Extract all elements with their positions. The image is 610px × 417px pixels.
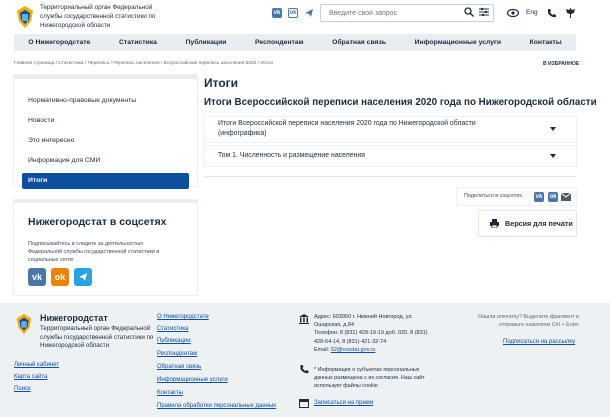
divider	[204, 176, 576, 177]
subscribe-link[interactable]: Подписаться на рассылку	[503, 339, 575, 345]
rosstat-emblem-icon	[16, 314, 32, 334]
footer-link-publications[interactable]: Публикации	[157, 338, 191, 344]
footer-link-respondents[interactable]: Респондентам	[157, 351, 197, 357]
footer-link-sitemap[interactable]: Карта сайта	[14, 374, 47, 380]
page-title: Итоги	[204, 76, 239, 90]
footer-brand: Нижегородстат	[40, 313, 108, 323]
ok-icon[interactable]: ok	[288, 8, 298, 18]
share-bar: Поделиться в соцсетях vk ok	[457, 188, 576, 205]
nav-item-respondents[interactable]: Респондентам	[255, 39, 304, 46]
sidebar-item-interesting[interactable]: Это интересно	[28, 137, 74, 144]
nav-item-about[interactable]: О Нижегородстате	[28, 39, 90, 46]
accordion-item-infographics[interactable]: Итоги Всероссийской переписи населения 2…	[204, 117, 576, 142]
language-switch[interactable]: Eng	[526, 9, 538, 16]
print-version-button[interactable]: Версия для печати	[479, 211, 576, 236]
vk-icon[interactable]: vk	[534, 192, 544, 202]
footer-contacts: Адрес: 603950 г. Нижний Новгород, ул. Ош…	[314, 313, 434, 354]
breadcrumb[interactable]: Главная страница / Статистика / Перепись…	[14, 61, 273, 66]
footer-privacy-note: * Информация о субъектах персональных да…	[314, 367, 425, 389]
nav-item-publications[interactable]: Публикации	[186, 39, 227, 46]
phone-icon[interactable]	[547, 8, 556, 18]
footer-link-account[interactable]: Личный кабинет	[14, 362, 59, 368]
chevron-down-icon	[550, 154, 556, 158]
eagle-emblem-icon[interactable]	[565, 7, 576, 19]
main-nav: О Нижегородстате Статистика Публикации Р…	[14, 34, 576, 51]
accessibility-eye-icon[interactable]	[507, 8, 519, 18]
footer-email-link[interactable]: 52@rosstat.gov.ru	[331, 347, 376, 353]
share-label: Поделиться в соцсетях	[464, 193, 523, 199]
social-box: Нижегородстат в соцсетях Подписывайтесь …	[14, 200, 197, 295]
footer-link-about[interactable]: О Нижегородстате	[157, 314, 209, 320]
footer-org: Территориальный орган Федеральной службы…	[40, 325, 154, 350]
ok-icon[interactable]: ok	[51, 268, 69, 286]
org-name[interactable]: Территориальный орган Федеральной службы…	[40, 3, 170, 30]
footer-email-label: Email:	[314, 346, 330, 353]
mail-icon[interactable]	[561, 193, 571, 201]
footer-phones: Телефон: 8 (831) 428-19-19 доб. 020, 8 (…	[314, 330, 428, 345]
ok-icon[interactable]: ok	[548, 192, 558, 202]
footer-link-statistics[interactable]: Статистика	[157, 326, 189, 332]
accordion-label: Итоги Всероссийской переписи населения 2…	[218, 120, 476, 137]
social-title: Нижегородстат в соцсетях	[28, 216, 167, 228]
page-subtitle: Итоги Всероссийской переписи населения 2…	[204, 97, 597, 108]
appointment-link[interactable]: Записаться на прием	[314, 400, 373, 406]
sidebar-item-news[interactable]: Новости	[28, 117, 54, 124]
print-label: Версия для печати	[505, 219, 573, 228]
footer-link-contacts[interactable]: Контакты	[157, 390, 183, 396]
accordion-item-volume-1[interactable]: Том 1. Численность и размещение населени…	[204, 146, 576, 166]
sidebar-menu: Нормативно-правовые документы Новости Эт…	[14, 75, 197, 189]
footer-email-row: Email: 52@rosstat.gov.ru	[314, 346, 434, 354]
nav-item-statistics[interactable]: Статистика	[119, 39, 157, 46]
printer-icon	[490, 219, 499, 228]
vk-icon[interactable]: vk	[272, 8, 282, 18]
sidebar-item-legal-docs[interactable]: Нормативно-правовые документы	[28, 97, 136, 104]
footer-address: Адрес: 603950 г. Нижний Новгород, ул. Ош…	[314, 314, 414, 329]
add-to-favorites[interactable]: В ИЗБРАННОЕ	[543, 61, 579, 67]
telegram-icon[interactable]	[304, 8, 314, 18]
telegram-icon[interactable]	[74, 268, 92, 286]
calendar-icon	[299, 399, 309, 408]
rosstat-emblem-icon[interactable]	[14, 5, 36, 29]
nav-item-feedback[interactable]: Обратная связь	[332, 39, 386, 46]
chevron-down-icon	[550, 127, 556, 131]
sidebar-item-media-info[interactable]: Информация для СМИ	[28, 157, 100, 164]
vk-icon[interactable]: vk	[28, 268, 46, 286]
accordion-label: Том 1. Численность и размещение населени…	[218, 152, 365, 159]
footer-link-privacy[interactable]: Правила обработки персональных данных	[157, 403, 276, 409]
building-icon	[299, 314, 309, 324]
nav-item-info-services[interactable]: Информационные услуги	[415, 39, 501, 46]
footer-link-search[interactable]: Поиск	[14, 386, 31, 392]
footer-link-info-services[interactable]: Информационные услуги	[157, 377, 228, 383]
social-text: Подписывайтесь и следите за деятельность…	[28, 241, 160, 263]
nav-item-contacts[interactable]: Контакты	[530, 39, 562, 46]
sidebar-item-results[interactable]: Итоги	[22, 173, 189, 189]
filter-icon[interactable]	[479, 7, 489, 17]
footer-link-feedback[interactable]: Обратная связь	[157, 364, 201, 370]
phone-icon	[300, 365, 309, 374]
typo-report-hint: Нашли опечатку? Выделите фрагмент и отпр…	[478, 314, 579, 329]
sidebar-item-label: Итоги	[28, 177, 48, 184]
search-icon[interactable]	[464, 7, 474, 17]
